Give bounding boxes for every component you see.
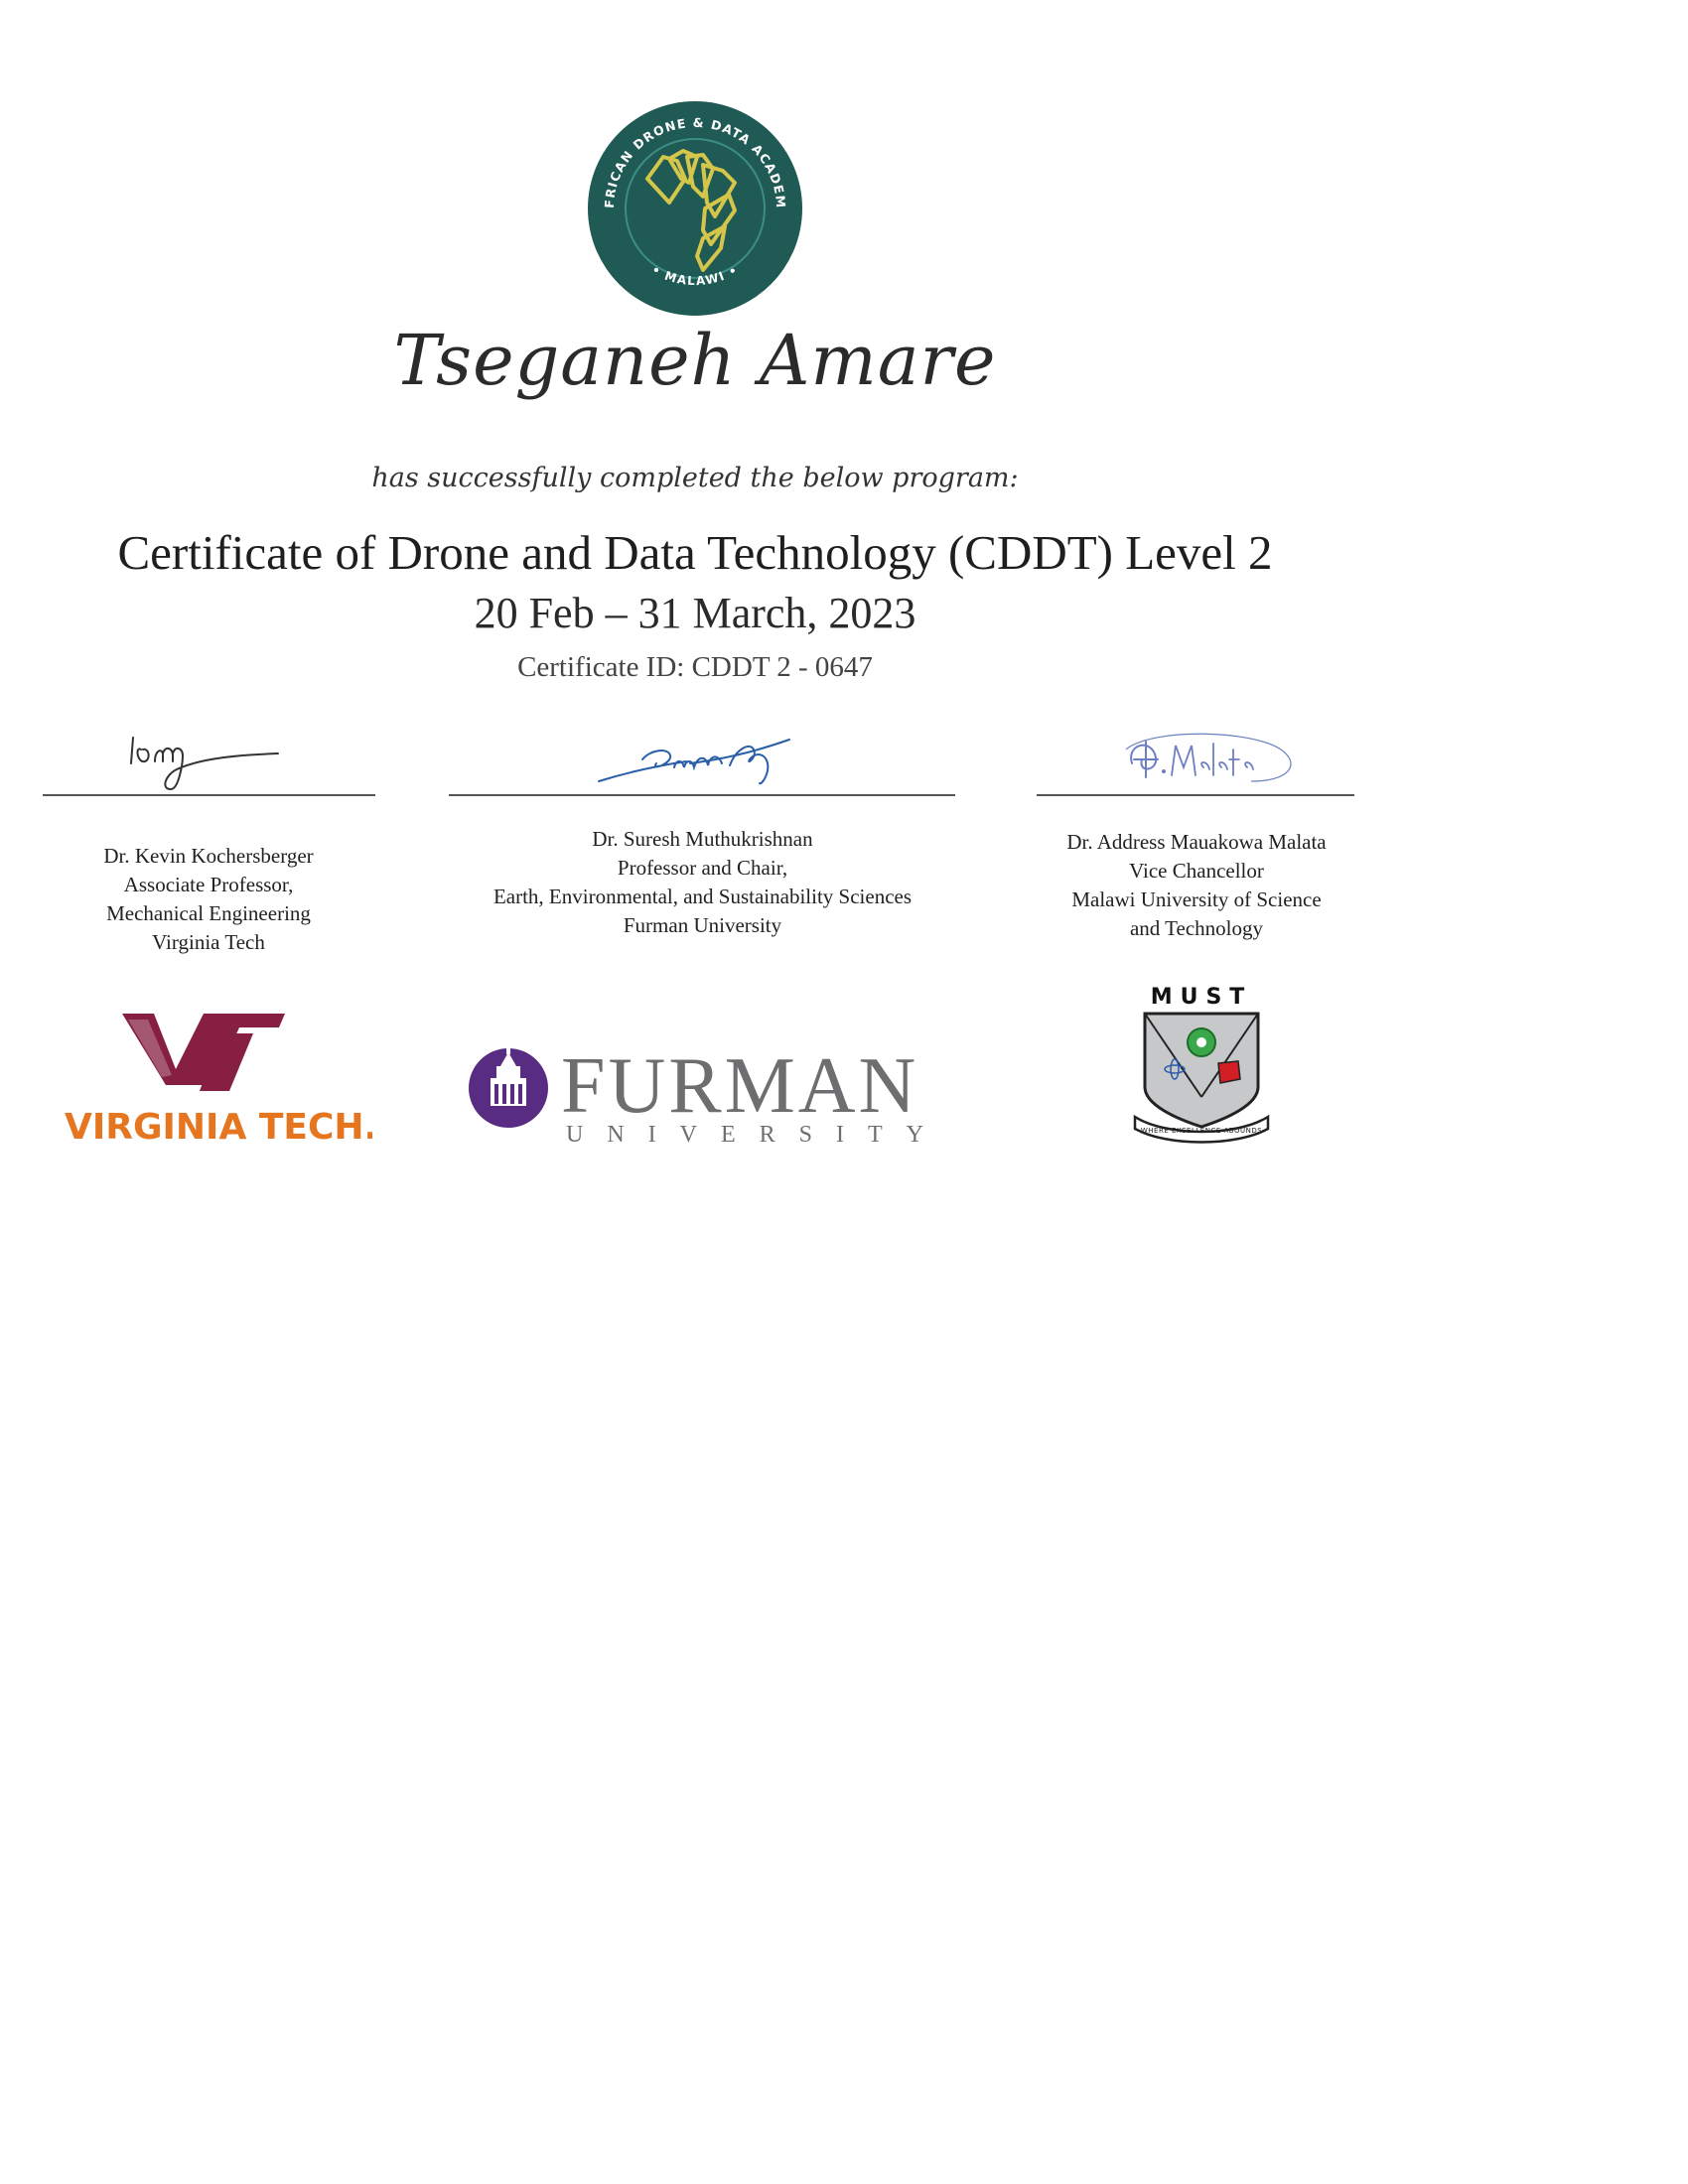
completion-statement: has successfully completed the below pro… <box>371 463 1019 493</box>
signatory-3: Dr. Address Mauakowa Malata Vice Chancel… <box>1013 828 1380 943</box>
virginia-tech-logo: VIRGINIA TECH. <box>65 1014 372 1148</box>
signatory-title: and Technology <box>1129 916 1264 940</box>
signatory-title: Associate Professor, <box>123 873 294 896</box>
signatory-name: Dr. Kevin Kochersberger <box>103 844 314 868</box>
signature-line-1 <box>43 794 375 796</box>
signatory-title: Vice Chancellor <box>1129 859 1264 883</box>
signature-kochersberger <box>130 737 279 791</box>
must-acronym: MUST <box>1151 985 1253 1010</box>
furman-university-logo: FURMAN UNIVERSITY <box>469 1042 943 1148</box>
signature-muthukrishnan <box>598 739 790 785</box>
signature-malata <box>1125 733 1292 782</box>
signatory-name: Dr. Suresh Muthukrishnan <box>592 827 813 851</box>
furman-subtitle: UNIVERSITY <box>566 1122 943 1148</box>
must-motto: WHERE EXCELLENCE ABOUNDS <box>1141 1127 1262 1135</box>
signatory-2: Dr. Suresh Muthukrishnan Professor and C… <box>427 825 978 940</box>
signatory-title: Furman University <box>623 913 782 937</box>
signature-line-2 <box>449 794 955 796</box>
program-dates: 20 Feb – 31 March, 2023 <box>474 589 916 637</box>
must-logo: MUST WHERE EXCELLENCE ABOUNDS <box>1133 985 1270 1144</box>
virginia-tech-wordmark: VIRGINIA TECH. <box>65 1107 372 1148</box>
signatory-title: Virginia Tech <box>152 930 265 954</box>
furman-wordmark: FURMAN <box>561 1042 918 1130</box>
signature-line-3 <box>1037 794 1354 796</box>
certificate-id: Certificate ID: CDDT 2 - 0647 <box>517 651 873 683</box>
signatory-title: Professor and Chair, <box>617 856 788 880</box>
recipient-name: Tseganeh Amare <box>393 320 997 401</box>
signatory-title: Mechanical Engineering <box>106 901 311 925</box>
signatory-name: Dr. Address Mauakowa Malata <box>1066 830 1327 854</box>
program-title: Certificate of Drone and Data Technology… <box>117 525 1273 580</box>
signatory-title: Malawi University of Science <box>1071 887 1322 911</box>
signatory-title: Earth, Environmental, and Sustainability… <box>492 885 913 908</box>
academy-seal-logo: AFRICAN DRONE & DATA ACADEMY • MALAWI • <box>586 99 802 316</box>
signatory-1: Dr. Kevin Kochersberger Associate Profes… <box>30 842 387 957</box>
